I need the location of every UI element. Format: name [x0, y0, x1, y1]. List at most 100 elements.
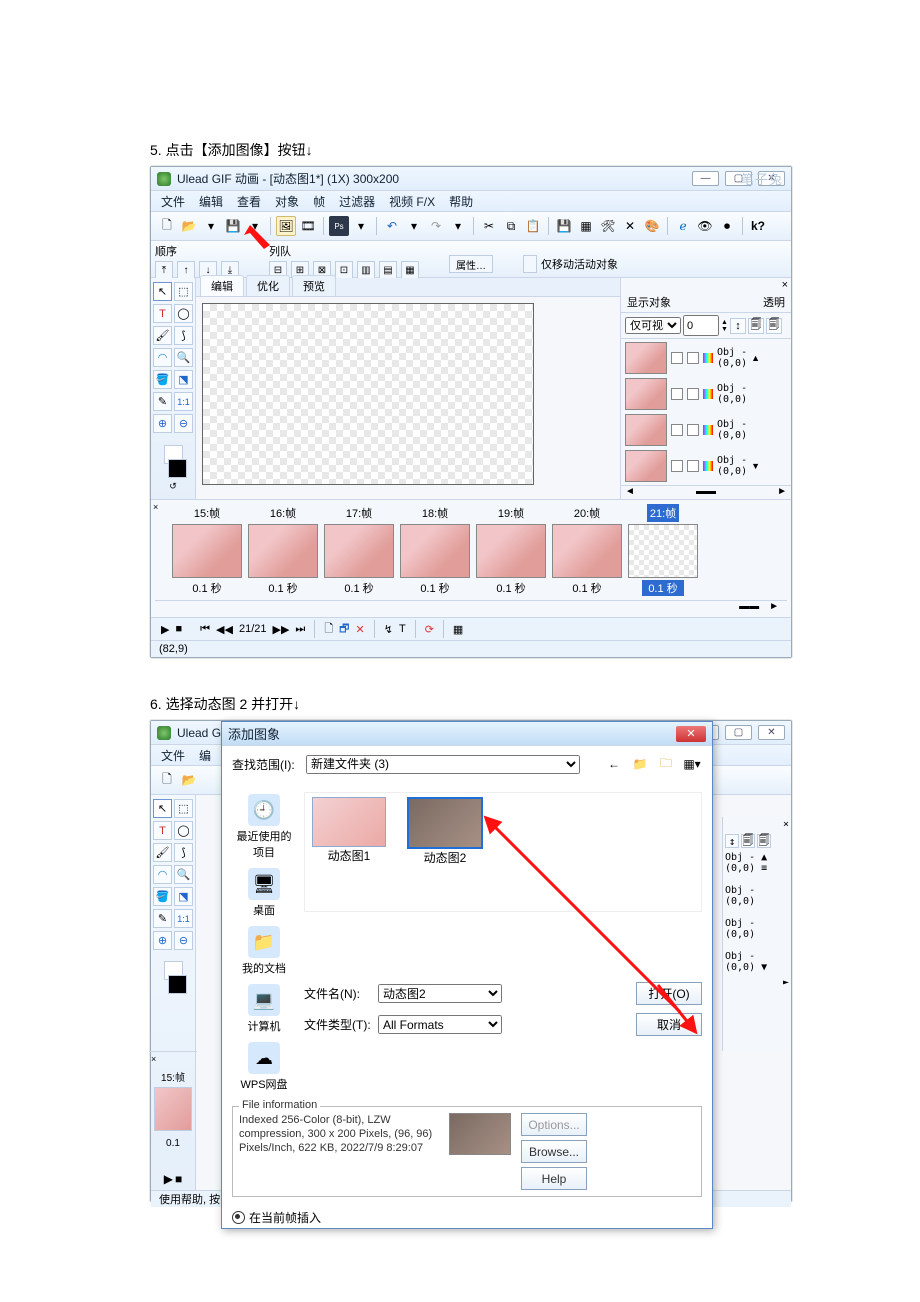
thumb-1[interactable]: 动态图1	[309, 797, 389, 907]
crop-tool-icon[interactable]: ⬔	[174, 887, 193, 906]
close-button[interactable]: ✕	[758, 725, 785, 740]
menu-help[interactable]: 帮助	[443, 191, 479, 212]
ps-dropdown-icon[interactable]: ▾	[351, 216, 371, 236]
menu-file[interactable]: 文件	[155, 745, 191, 766]
place-我的文档[interactable]: 📁	[248, 926, 280, 958]
frame-18:帧[interactable]: 18:帧0.1 秒	[399, 504, 471, 596]
align-7-icon[interactable]: ▦	[401, 261, 419, 279]
frame-15:帧[interactable]: 15:帧0.1 秒	[171, 504, 243, 596]
zoomin-tool-icon[interactable]: ⊕	[153, 414, 172, 433]
menu-edit[interactable]: 编辑	[193, 191, 229, 212]
help-button[interactable]: Help	[521, 1167, 587, 1190]
magnify-tool-icon[interactable]: 🔍	[174, 348, 193, 367]
tween-icon[interactable]: ↯	[384, 623, 393, 636]
menu-filter[interactable]: 过滤器	[333, 191, 381, 212]
obj-thumb[interactable]	[625, 342, 667, 374]
bucket-tool-icon[interactable]: 🪣	[153, 370, 172, 389]
brush-tool-icon[interactable]: 🖌	[153, 843, 172, 862]
frame-16:帧[interactable]: 16:帧0.1 秒	[247, 504, 319, 596]
redo-icon[interactable]: ↷	[426, 216, 446, 236]
only-move-checkbox[interactable]	[523, 255, 537, 273]
loop-icon[interactable]: ⟳	[425, 623, 434, 636]
tab-preview[interactable]: 预览	[292, 275, 336, 296]
maximize-button[interactable]: ▢	[725, 725, 752, 740]
marquee-tool-icon[interactable]: ⬚	[174, 282, 193, 301]
dialog-close-icon[interactable]: ✕	[676, 726, 706, 742]
filename-select[interactable]: 动态图2	[378, 984, 502, 1003]
circle-tool-icon[interactable]: ◯	[174, 304, 193, 323]
pointer-tool-icon[interactable]: ↖	[153, 282, 172, 301]
menu-file[interactable]: 文件	[155, 191, 191, 212]
dupframe-icon[interactable]: 🗗	[339, 620, 349, 639]
menu-view[interactable]: 查看	[231, 191, 267, 212]
freehand-tool-icon[interactable]: ⟆	[174, 326, 193, 345]
circle-tool-icon[interactable]: ◯	[174, 821, 193, 840]
paste-icon[interactable]: 📋	[523, 216, 543, 236]
add-video-icon[interactable]: 🎞	[298, 216, 318, 236]
copy-icon[interactable]: ⧉	[501, 216, 521, 236]
new-icon[interactable]: 🗋	[157, 216, 177, 236]
frame-19:帧[interactable]: 19:帧0.1 秒	[475, 504, 547, 596]
new-folder-icon[interactable]: 🗀	[656, 754, 676, 774]
filetype-select[interactable]: All Formats	[378, 1015, 502, 1034]
redo-dropdown-icon[interactable]: ▾	[448, 216, 468, 236]
panel-btn2-icon[interactable]: 🗐	[748, 318, 764, 334]
grid-icon[interactable]: ▦	[453, 623, 463, 636]
palette-icon[interactable]: 🎨	[642, 216, 662, 236]
frame-21:帧[interactable]: 21:帧0.1 秒	[627, 504, 699, 596]
close-panel-icon[interactable]: ×	[782, 279, 788, 291]
play-icon[interactable]: ▶	[164, 1172, 173, 1186]
order-up-icon[interactable]: ↑	[177, 261, 195, 279]
undo-dropdown-icon[interactable]: ▾	[404, 216, 424, 236]
open-dropdown-icon[interactable]: ▾	[201, 216, 221, 236]
place-桌面[interactable]: 🖥	[248, 868, 280, 900]
back-icon[interactable]: ←	[604, 754, 624, 774]
menu-frame[interactable]: 帧	[307, 191, 331, 212]
zoomout-tool-icon[interactable]: ⊖	[174, 931, 193, 950]
menu-object[interactable]: 对象	[269, 191, 305, 212]
frames-close-icon[interactable]: ×	[153, 502, 158, 512]
place-计算机[interactable]: 💻	[248, 984, 280, 1016]
up-folder-icon[interactable]: 📁	[630, 754, 650, 774]
frame-icon[interactable]: ▦	[576, 216, 596, 236]
cancel-button[interactable]: 取消	[636, 1013, 702, 1036]
tool-icon[interactable]: 🛠	[598, 216, 618, 236]
zoomout-tool-icon[interactable]: ⊖	[174, 414, 193, 433]
open-icon[interactable]: 📂	[179, 216, 199, 236]
panel-btn3-icon[interactable]: 🗐	[766, 318, 782, 334]
options-button[interactable]: Options...	[521, 1113, 587, 1136]
obj-thumb[interactable]	[625, 414, 667, 446]
first-icon[interactable]: ⏮	[200, 623, 210, 636]
minimize-button[interactable]: —	[692, 171, 719, 186]
swap-color-icon[interactable]: ↺	[169, 481, 177, 492]
panel-btn1-icon[interactable]: ↕	[730, 318, 746, 334]
browse-button[interactable]: Browse...	[521, 1140, 587, 1163]
menu-edit[interactable]: 编	[193, 745, 217, 766]
zoomin-tool-icon[interactable]: ⊕	[153, 931, 172, 950]
save-frame-icon[interactable]: 💾	[554, 216, 574, 236]
last-icon[interactable]: ⏭	[295, 623, 305, 636]
picker-tool-icon[interactable]: ✎	[153, 909, 172, 928]
next-icon[interactable]: ▶▶	[272, 623, 289, 636]
magnify-tool-icon[interactable]: 🔍	[174, 865, 193, 884]
11-tool-icon[interactable]: 1:1	[174, 392, 193, 411]
brush-tool-icon[interactable]: 🖌	[153, 326, 172, 345]
eraser-tool-icon[interactable]: ◠	[153, 348, 172, 367]
delframe-icon[interactable]: ✕	[356, 623, 365, 636]
stop-icon[interactable]: ■	[175, 1172, 182, 1186]
visible-select[interactable]: 仅可视的	[625, 317, 681, 334]
text-tool-icon[interactable]: T	[153, 821, 172, 840]
insert-current-frame-radio[interactable]	[232, 1211, 245, 1224]
props-button[interactable]: 属性…	[449, 255, 493, 273]
align-4-icon[interactable]: ⊡	[335, 261, 353, 279]
record-icon[interactable]: ⏺	[717, 216, 737, 236]
fx-icon[interactable]: T	[399, 623, 406, 635]
bucket-tool-icon[interactable]: 🪣	[153, 887, 172, 906]
transparency-input[interactable]	[683, 315, 719, 336]
ie-icon[interactable]: ℯ	[673, 216, 693, 236]
thumb-2[interactable]: 动态图2	[405, 797, 485, 907]
bg-color[interactable]	[168, 459, 187, 478]
order-top-icon[interactable]: ⤒	[155, 261, 173, 279]
picker-tool-icon[interactable]: ✎	[153, 392, 172, 411]
open-icon[interactable]: 📂	[179, 770, 199, 790]
